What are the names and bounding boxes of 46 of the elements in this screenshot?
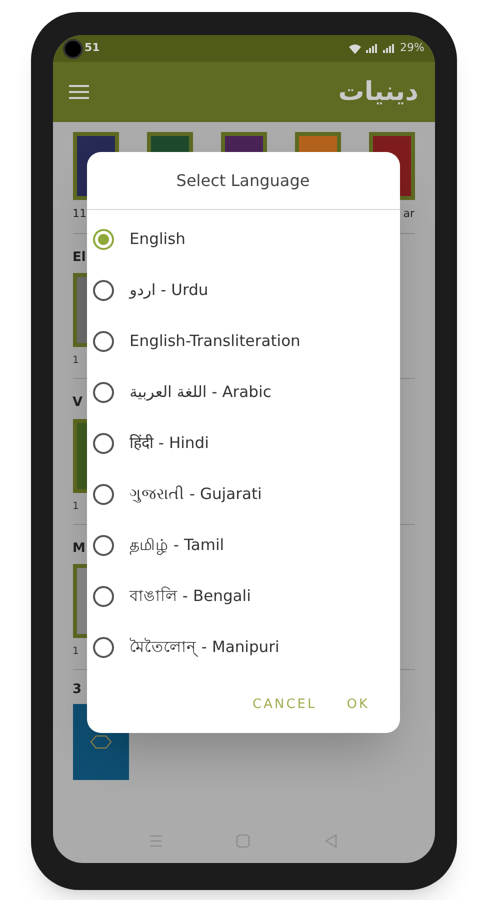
book-caption: 1 [72,354,79,368]
language-option[interactable]: தமிழ் - Tamil [86,520,400,571]
language-option[interactable]: মৈতৈলোন্ - Manipuri [86,622,400,673]
radio-button[interactable] [92,535,114,556]
signal-icon [366,44,378,53]
radio-button[interactable] [92,484,114,505]
radio-button[interactable] [92,586,114,607]
option-label: हिंदी - Hindi [130,432,209,454]
radio-button[interactable] [92,331,114,352]
radio-button[interactable] [92,433,114,454]
signal-icon [383,44,396,53]
radio-button[interactable] [92,637,114,658]
radio-button[interactable] [92,382,114,403]
section-title: El [72,248,86,266]
option-label: বাঙালি - Bengali [130,586,251,607]
status-time: 51 [84,40,100,56]
dialog-title: Select Language [86,152,400,210]
language-option[interactable]: ગુજરાતી - Gujarati [86,469,400,520]
option-label: اللغة العربية - Arabic [130,382,272,403]
wifi-icon [349,44,362,54]
app-logo: دينيات [338,76,418,108]
language-option[interactable]: हिंदी - Hindi [86,418,400,469]
option-label: মৈতৈলোন্ - Manipuri [130,636,280,659]
section-title: M [72,540,86,558]
book-caption: ar [403,206,414,222]
menu-icon[interactable] [68,85,88,99]
battery-percent: 29% [400,40,424,56]
radio-button[interactable] [92,229,114,250]
option-label: اردو - Urdu [130,280,208,301]
section-title: 3 [72,681,82,699]
language-option[interactable]: English-Transliteration [86,316,400,367]
book-caption: 1 [72,645,79,659]
language-option[interactable]: বাঙালি - Bengali [86,571,400,622]
camera-hole-icon [62,38,82,58]
book-caption: 11 [72,206,86,222]
book-caption: 1 [72,500,79,514]
language-option[interactable]: اردو - Urdu [86,265,400,316]
option-label: ગુજરાતી - Gujarati [130,484,262,505]
language-option[interactable]: English [86,214,400,265]
option-label: தமிழ் - Tamil [130,534,224,557]
option-label: English [130,228,186,250]
option-label: English-Transliteration [130,330,300,352]
section-title: V [72,394,83,412]
radio-button[interactable] [92,280,114,301]
language-option[interactable]: اللغة العربية - Arabic [86,367,400,418]
emblem-icon [90,734,112,750]
